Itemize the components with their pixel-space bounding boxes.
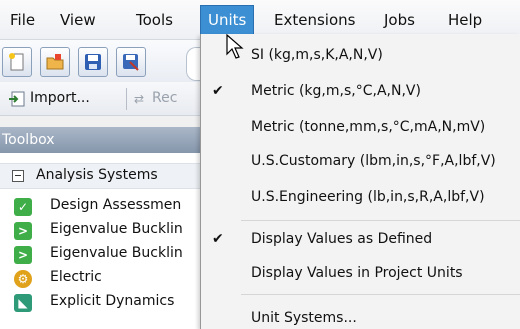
menu-item-unit-systems[interactable]: Unit Systems... [201,307,520,329]
toolbox-item-label: Eigenvalue Bucklin [50,245,183,261]
toolbar-separator [126,88,127,110]
menu-item-label: SI (kg,m,s,K,A,N,V) [251,47,383,63]
menu-help[interactable]: Help [448,6,482,34]
toolbox-item[interactable]: ✓ Design Assessmen [0,195,215,219]
menu-item-display-as-defined[interactable]: ✔ Display Values as Defined [201,228,520,254]
analysis-systems-group[interactable]: Analysis Systems [0,163,215,189]
new-project-icon [9,53,24,71]
open-folder-icon [46,54,64,70]
electric-icon: ⚙ [14,270,32,288]
menu-separator [241,294,520,295]
menu-view[interactable]: View [60,6,96,34]
save-as-button[interactable] [116,47,146,77]
mouse-cursor-icon [226,34,244,59]
menu-item-label: U.S.Customary (lbm,in,s,°F,A,lbf,V) [251,153,496,169]
menu-item-label: Display Values as Defined [251,231,433,247]
save-button[interactable] [78,47,108,77]
toolbox-item-label: Electric [50,269,102,285]
menu-item-us-engineering[interactable]: U.S.Engineering (lb,in,s,R,A,lbf,V) [201,186,520,212]
toolbox-item[interactable]: ⚙ Electric [0,267,215,291]
toolbox-item-label: Design Assessmen [50,197,182,213]
eigenvalue-buckling-icon: > [14,222,32,240]
menu-item-label: Metric (tonne,mm,s,°C,mA,N,mV) [251,119,486,135]
menu-item-metric-tonne[interactable]: Metric (tonne,mm,s,°C,mA,N,mV) [201,116,520,142]
menu-item-label: Display Values in Project Units [251,265,463,281]
group-label: Analysis Systems [36,167,158,183]
menu-item-metric-kg[interactable]: ✔ Metric (kg,m,s,°C,A,N,V) [201,80,520,106]
toolbox-item[interactable]: > Eigenvalue Bucklin [0,243,215,267]
explicit-dynamics-icon: ◣ [14,294,32,312]
units-dropdown-menu: SI (kg,m,s,K,A,N,V) ✔ Metric (kg,m,s,°C,… [200,34,520,329]
menu-separator [241,220,520,221]
menu-units[interactable]: Units [200,5,255,35]
menu-extensions[interactable]: Extensions [274,6,355,34]
menu-item-si[interactable]: SI (kg,m,s,K,A,N,V) [201,44,520,70]
toolbox-item[interactable]: ◣ Explicit Dynamics [0,291,215,315]
eigenvalue-buckling-icon: > [14,246,32,264]
new-project-button[interactable] [2,47,32,77]
design-assessment-icon: ✓ [14,198,32,216]
save-icon [85,54,101,70]
toolbox-title: Toolbox [0,127,215,153]
menu-tools[interactable]: Tools [136,6,173,34]
reconnect-icon: ⇄ [134,92,145,106]
checkmark-icon: ✔ [212,231,224,247]
menu-item-us-customary[interactable]: U.S.Customary (lbm,in,s,°F,A,lbf,V) [201,150,520,176]
import-button[interactable]: Import... [30,90,90,106]
menu-jobs[interactable]: Jobs [384,6,415,34]
menu-item-label: Unit Systems... [251,310,357,326]
menu-item-label: Metric (kg,m,s,°C,A,N,V) [251,83,421,99]
toolbox-item[interactable]: > Eigenvalue Bucklin [0,219,215,243]
menu-item-display-project-units[interactable]: Display Values in Project Units [201,262,520,288]
menu-file[interactable]: File [10,6,35,34]
import-toolbar: Import... ⇄ Rec [0,82,230,116]
save-as-icon [123,54,139,71]
collapse-icon[interactable] [12,170,24,182]
toolbox-item-label: Eigenvalue Bucklin [50,221,183,237]
open-project-button[interactable] [40,47,70,77]
checkmark-icon: ✔ [212,83,224,99]
toolbox-item-label: Explicit Dynamics [50,293,175,309]
import-icon[interactable] [8,90,26,108]
toolbox-panel: Analysis Systems ✓ Design Assessmen > Ei… [0,153,215,329]
menu-item-label: U.S.Engineering (lb,in,s,R,A,lbf,V) [251,189,485,205]
reconnect-button[interactable]: Rec [152,90,177,106]
